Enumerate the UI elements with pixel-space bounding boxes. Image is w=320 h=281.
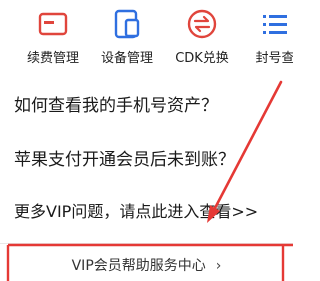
list-icon bbox=[263, 15, 287, 34]
shortcut-renewal-management[interactable]: 续费管理 bbox=[18, 0, 88, 78]
vip-help-center-bar[interactable]: VIP会员帮助服务中心 › bbox=[0, 243, 293, 281]
shortcut-ban-check[interactable]: 封号查 bbox=[240, 0, 293, 78]
shortcut-label: 封号查 bbox=[255, 51, 293, 66]
faq-item-phone-assets[interactable]: 如何查看我的手机号资产？ bbox=[14, 94, 218, 118]
faq-item-more-vip[interactable]: 更多VIP问题，请点此进入查看>> bbox=[14, 200, 258, 224]
shortcut-row: 续费管理 设备管理 CDK兑换 封号查 bbox=[0, 0, 293, 78]
shortcut-cdk-exchange[interactable]: CDK兑换 bbox=[167, 0, 237, 78]
vip-help-center-label: VIP会员帮助服务中心 bbox=[71, 258, 206, 274]
card-icon bbox=[38, 12, 68, 36]
shortcut-label: 设备管理 bbox=[100, 51, 153, 66]
screen: 续费管理 设备管理 CDK兑换 封号查 如何查看我的手机号资产？ 苹果支付开通会… bbox=[0, 0, 293, 281]
chevron-right-icon: › bbox=[215, 258, 222, 274]
faq-item-apple-pay[interactable]: 苹果支付开通会员后未到账？ bbox=[14, 148, 235, 172]
shortcut-label: 续费管理 bbox=[26, 51, 79, 66]
vip-help-center-link[interactable]: VIP会员帮助服务中心 › bbox=[0, 256, 293, 276]
shortcut-device-management[interactable]: 设备管理 bbox=[92, 0, 162, 78]
device-icon bbox=[114, 9, 140, 39]
annotation-arrow bbox=[212, 80, 283, 212]
shortcut-label: CDK兑换 bbox=[175, 51, 229, 66]
exchange-icon bbox=[187, 9, 217, 39]
